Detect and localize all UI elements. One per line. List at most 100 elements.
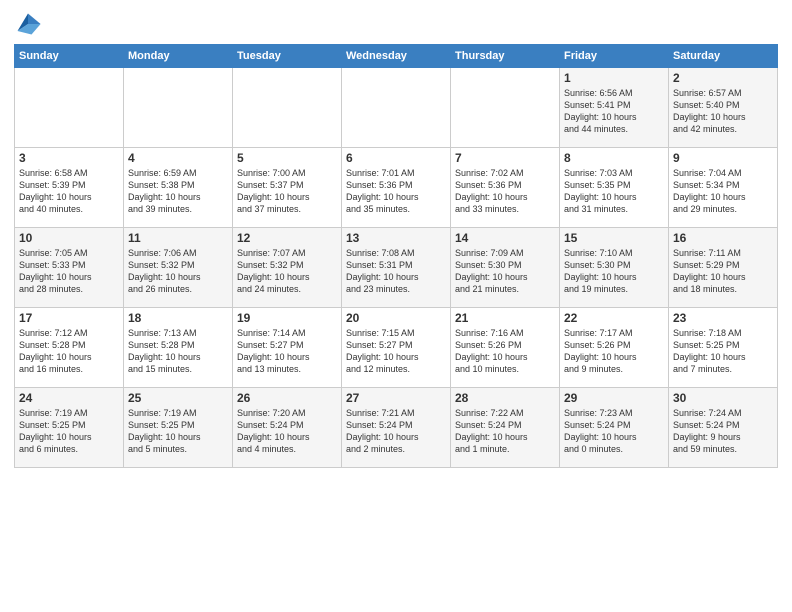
- header: [14, 10, 778, 38]
- week-row-3: 10 Sunrise: 7:05 AM Sunset: 5:33 PM Dayli…: [15, 228, 778, 308]
- day-info: Sunrise: 7:19 AM Sunset: 5:25 PM Dayligh…: [19, 407, 119, 456]
- col-header-friday: Friday: [560, 45, 669, 68]
- day-number: 25: [128, 391, 228, 405]
- day-cell: 6 Sunrise: 7:01 AM Sunset: 5:36 PM Daylig…: [342, 148, 451, 228]
- logo-icon: [14, 10, 42, 38]
- col-header-saturday: Saturday: [669, 45, 778, 68]
- day-cell: 30 Sunrise: 7:24 AM Sunset: 5:24 PM Dayli…: [669, 388, 778, 468]
- day-number: 20: [346, 311, 446, 325]
- day-info: Sunrise: 7:08 AM Sunset: 5:31 PM Dayligh…: [346, 247, 446, 296]
- day-cell: 21Sunrise: 7:16 AM Sunset: 5:26 PM Dayli…: [451, 308, 560, 388]
- day-number: 24: [19, 391, 119, 405]
- day-cell: 27 Sunrise: 7:21 AM Sunset: 5:24 PM Dayli…: [342, 388, 451, 468]
- day-number: 10: [19, 231, 119, 245]
- day-number: 2: [673, 71, 773, 85]
- day-cell: 22Sunrise: 7:17 AM Sunset: 5:26 PM Dayli…: [560, 308, 669, 388]
- week-row-2: 3 Sunrise: 6:58 AM Sunset: 5:39 PM Daylig…: [15, 148, 778, 228]
- day-number: 4: [128, 151, 228, 165]
- day-info: Sunrise: 7:13 AM Sunset: 5:28 PM Dayligh…: [128, 327, 228, 376]
- day-info: Sunrise: 7:23 AM Sunset: 5:24 PM Dayligh…: [564, 407, 664, 456]
- day-cell: [451, 68, 560, 148]
- day-info: Sunrise: 7:19 AM Sunset: 5:25 PM Dayligh…: [128, 407, 228, 456]
- day-cell: 23Sunrise: 7:18 AM Sunset: 5:25 PM Dayli…: [669, 308, 778, 388]
- day-info: Sunrise: 7:02 AM Sunset: 5:36 PM Dayligh…: [455, 167, 555, 216]
- day-info: Sunrise: 7:15 AM Sunset: 5:27 PM Dayligh…: [346, 327, 446, 376]
- day-cell: 9 Sunrise: 7:04 AM Sunset: 5:34 PM Daylig…: [669, 148, 778, 228]
- week-row-4: 17Sunrise: 7:12 AM Sunset: 5:28 PM Dayli…: [15, 308, 778, 388]
- day-cell: 12Sunrise: 7:07 AM Sunset: 5:32 PM Dayli…: [233, 228, 342, 308]
- day-info: Sunrise: 7:10 AM Sunset: 5:30 PM Dayligh…: [564, 247, 664, 296]
- day-cell: 18 Sunrise: 7:13 AM Sunset: 5:28 PM Dayli…: [124, 308, 233, 388]
- day-cell: 17Sunrise: 7:12 AM Sunset: 5:28 PM Dayli…: [15, 308, 124, 388]
- day-cell: 4 Sunrise: 6:59 AM Sunset: 5:38 PM Daylig…: [124, 148, 233, 228]
- day-cell: 20 Sunrise: 7:15 AM Sunset: 5:27 PM Dayli…: [342, 308, 451, 388]
- day-cell: 13 Sunrise: 7:08 AM Sunset: 5:31 PM Dayli…: [342, 228, 451, 308]
- day-info: Sunrise: 6:58 AM Sunset: 5:39 PM Dayligh…: [19, 167, 119, 216]
- day-number: 16: [673, 231, 773, 245]
- day-cell: 1 Sunrise: 6:56 AM Sunset: 5:41 PM Daylig…: [560, 68, 669, 148]
- day-info: Sunrise: 7:20 AM Sunset: 5:24 PM Dayligh…: [237, 407, 337, 456]
- day-cell: 8 Sunrise: 7:03 AM Sunset: 5:35 PM Daylig…: [560, 148, 669, 228]
- day-info: Sunrise: 7:09 AM Sunset: 5:30 PM Dayligh…: [455, 247, 555, 296]
- week-row-5: 24 Sunrise: 7:19 AM Sunset: 5:25 PM Dayli…: [15, 388, 778, 468]
- day-info: Sunrise: 7:17 AM Sunset: 5:26 PM Dayligh…: [564, 327, 664, 376]
- day-number: 17: [19, 311, 119, 325]
- day-cell: 11 Sunrise: 7:06 AM Sunset: 5:32 PM Dayli…: [124, 228, 233, 308]
- day-number: 5: [237, 151, 337, 165]
- day-cell: [342, 68, 451, 148]
- day-number: 14: [455, 231, 555, 245]
- col-header-sunday: Sunday: [15, 45, 124, 68]
- day-info: Sunrise: 7:22 AM Sunset: 5:24 PM Dayligh…: [455, 407, 555, 456]
- day-number: 26: [237, 391, 337, 405]
- day-number: 28: [455, 391, 555, 405]
- logo: [14, 10, 46, 38]
- day-cell: 25 Sunrise: 7:19 AM Sunset: 5:25 PM Dayli…: [124, 388, 233, 468]
- day-cell: 28 Sunrise: 7:22 AM Sunset: 5:24 PM Dayli…: [451, 388, 560, 468]
- page-container: SundayMondayTuesdayWednesdayThursdayFrid…: [0, 0, 792, 476]
- day-cell: 14 Sunrise: 7:09 AM Sunset: 5:30 PM Dayli…: [451, 228, 560, 308]
- day-number: 18: [128, 311, 228, 325]
- day-number: 3: [19, 151, 119, 165]
- day-number: 13: [346, 231, 446, 245]
- day-info: Sunrise: 7:04 AM Sunset: 5:34 PM Dayligh…: [673, 167, 773, 216]
- day-number: 21: [455, 311, 555, 325]
- col-header-tuesday: Tuesday: [233, 45, 342, 68]
- day-cell: 19 Sunrise: 7:14 AM Sunset: 5:27 PM Dayli…: [233, 308, 342, 388]
- day-cell: [15, 68, 124, 148]
- day-cell: 24 Sunrise: 7:19 AM Sunset: 5:25 PM Dayli…: [15, 388, 124, 468]
- day-number: 27: [346, 391, 446, 405]
- day-info: Sunrise: 7:00 AM Sunset: 5:37 PM Dayligh…: [237, 167, 337, 216]
- col-header-monday: Monday: [124, 45, 233, 68]
- day-cell: 26 Sunrise: 7:20 AM Sunset: 5:24 PM Dayli…: [233, 388, 342, 468]
- day-number: 9: [673, 151, 773, 165]
- day-info: Sunrise: 6:56 AM Sunset: 5:41 PM Dayligh…: [564, 87, 664, 136]
- header-row: SundayMondayTuesdayWednesdayThursdayFrid…: [15, 45, 778, 68]
- day-cell: 2 Sunrise: 6:57 AM Sunset: 5:40 PM Daylig…: [669, 68, 778, 148]
- day-number: 15: [564, 231, 664, 245]
- day-cell: [124, 68, 233, 148]
- day-cell: [233, 68, 342, 148]
- day-number: 7: [455, 151, 555, 165]
- day-info: Sunrise: 6:59 AM Sunset: 5:38 PM Dayligh…: [128, 167, 228, 216]
- day-number: 11: [128, 231, 228, 245]
- day-cell: 5 Sunrise: 7:00 AM Sunset: 5:37 PM Daylig…: [233, 148, 342, 228]
- day-cell: 15 Sunrise: 7:10 AM Sunset: 5:30 PM Dayli…: [560, 228, 669, 308]
- day-number: 19: [237, 311, 337, 325]
- day-number: 30: [673, 391, 773, 405]
- day-number: 1: [564, 71, 664, 85]
- day-info: Sunrise: 7:03 AM Sunset: 5:35 PM Dayligh…: [564, 167, 664, 216]
- day-info: Sunrise: 7:05 AM Sunset: 5:33 PM Dayligh…: [19, 247, 119, 296]
- col-header-wednesday: Wednesday: [342, 45, 451, 68]
- day-info: Sunrise: 6:57 AM Sunset: 5:40 PM Dayligh…: [673, 87, 773, 136]
- day-info: Sunrise: 7:24 AM Sunset: 5:24 PM Dayligh…: [673, 407, 773, 456]
- day-cell: 3 Sunrise: 6:58 AM Sunset: 5:39 PM Daylig…: [15, 148, 124, 228]
- day-number: 6: [346, 151, 446, 165]
- day-number: 8: [564, 151, 664, 165]
- day-cell: 16Sunrise: 7:11 AM Sunset: 5:29 PM Dayli…: [669, 228, 778, 308]
- day-info: Sunrise: 7:18 AM Sunset: 5:25 PM Dayligh…: [673, 327, 773, 376]
- day-info: Sunrise: 7:14 AM Sunset: 5:27 PM Dayligh…: [237, 327, 337, 376]
- day-info: Sunrise: 7:06 AM Sunset: 5:32 PM Dayligh…: [128, 247, 228, 296]
- day-info: Sunrise: 7:01 AM Sunset: 5:36 PM Dayligh…: [346, 167, 446, 216]
- day-number: 12: [237, 231, 337, 245]
- day-info: Sunrise: 7:21 AM Sunset: 5:24 PM Dayligh…: [346, 407, 446, 456]
